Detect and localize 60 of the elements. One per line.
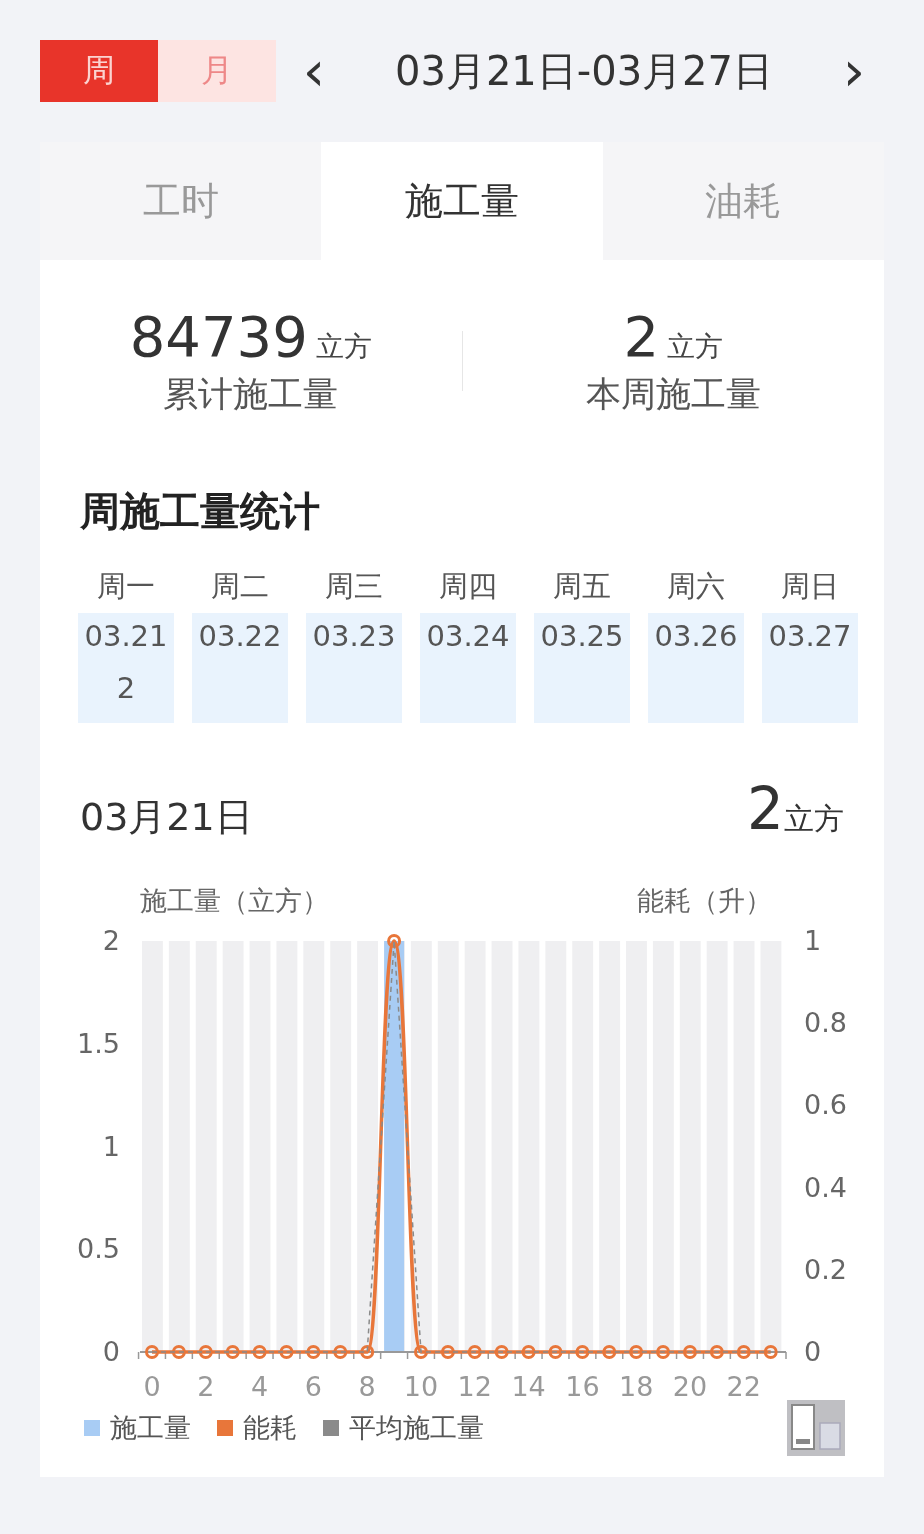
x-tick-label: 4 <box>251 1371 269 1402</box>
detail-date: 03月21日 <box>80 794 253 841</box>
y-tick-label: 0.2 <box>804 1253 847 1285</box>
metric-tab[interactable]: 施工量 <box>321 142 603 260</box>
y-tick-label: 1.5 <box>77 1027 120 1059</box>
day-cell[interactable]: 03.24 <box>420 613 516 723</box>
stat-label: 本周施工量 <box>585 373 761 416</box>
day-cell[interactable]: 03.27 <box>762 613 858 723</box>
legend-swatch <box>323 1420 339 1436</box>
y-tick-label: 0.5 <box>77 1233 120 1265</box>
chart-toggle-icon[interactable] <box>786 1399 846 1457</box>
day-cell[interactable]: 03.26 <box>648 613 744 723</box>
day-cell[interactable]: 03.23 <box>306 613 402 723</box>
x-tick-label: 22 <box>726 1371 761 1402</box>
day-cell[interactable]: 03.21 2 <box>78 613 174 723</box>
weekday-label: 周三 <box>325 568 383 605</box>
weekday-label: 周四 <box>439 568 497 605</box>
detail-value: 2 <box>747 775 784 843</box>
legend-label[interactable]: 平均施工量 <box>349 1410 484 1446</box>
x-tick-label: 10 <box>403 1371 439 1402</box>
section-title: 周施工量统计 <box>80 487 321 536</box>
x-tick-label: 12 <box>457 1371 492 1402</box>
x-tick-label: 2 <box>197 1371 215 1402</box>
next-button[interactable]: › <box>834 43 874 99</box>
x-tick-label: 14 <box>511 1371 546 1402</box>
day-cell[interactable]: 03.25 <box>534 613 630 723</box>
x-tick-label: 20 <box>672 1371 708 1402</box>
y-tick-label: 0 <box>102 1336 120 1367</box>
y-tick-label: 0.6 <box>804 1089 847 1121</box>
weekday-label: 周一 <box>97 568 155 605</box>
date-range: 03月21日-03月27日 <box>395 46 773 96</box>
y-tick-label: 0.8 <box>804 1007 847 1039</box>
stat-value: 2 <box>623 304 660 369</box>
stat-unit: 立方 <box>315 329 372 365</box>
weekday-label: 周五 <box>553 568 611 605</box>
weekday-label: 周二 <box>211 568 269 605</box>
axis-title: 能耗（升） <box>637 884 772 918</box>
legend-label[interactable]: 施工量 <box>110 1410 191 1446</box>
x-tick-label: 8 <box>358 1371 376 1402</box>
x-tick-label: 0 <box>143 1371 161 1402</box>
day-cell[interactable]: 03.22 <box>192 613 288 723</box>
weekday-label: 周日 <box>781 568 839 605</box>
legend-swatch <box>217 1420 233 1436</box>
y-tick-label: 0.4 <box>804 1171 847 1203</box>
y-tick-label: 2 <box>102 925 120 956</box>
detail-unit: 立方 <box>784 800 844 838</box>
stat-label: 累计施工量 <box>163 373 339 416</box>
y-tick-label: 1 <box>102 1130 120 1162</box>
legend-label[interactable]: 能耗 <box>243 1410 297 1446</box>
weekday-label: 周六 <box>667 568 725 605</box>
x-tick-label: 18 <box>619 1371 654 1402</box>
stat-value: 84739 <box>129 304 308 369</box>
previous-button[interactable]: ‹ <box>294 43 334 99</box>
axis-title: 施工量（立方） <box>140 884 329 918</box>
stat-unit: 立方 <box>667 329 724 365</box>
y-tick-label: 0 <box>804 1336 822 1367</box>
legend-swatch <box>84 1420 100 1436</box>
x-tick-label: 6 <box>304 1371 322 1402</box>
y-tick-label: 1 <box>804 925 822 956</box>
x-tick-label: 16 <box>565 1371 600 1402</box>
